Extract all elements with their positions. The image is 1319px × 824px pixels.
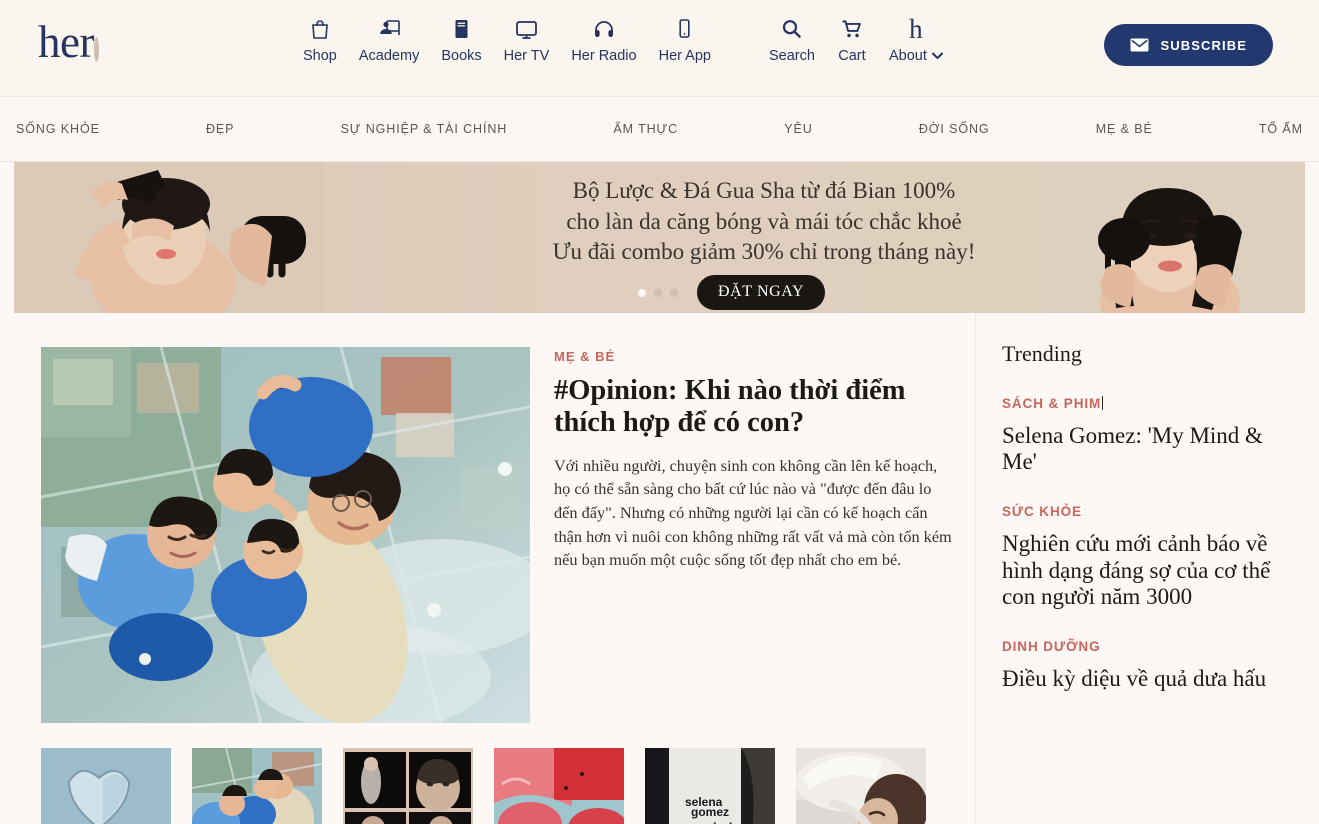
- site-header: her. Shop Academy Books Her TV Her Radio…: [0, 0, 1319, 96]
- trending-item-1: SÁCH & PHIM Selena Gomez: 'My Mind & Me': [1002, 395, 1289, 475]
- mobile-phone-icon: [677, 16, 692, 42]
- chevron-down-icon: [931, 52, 943, 60]
- banner-cta-button[interactable]: ĐẶT NGAY: [697, 275, 826, 310]
- nav-item-her-radio[interactable]: Her Radio: [560, 16, 647, 64]
- trending-sidebar: Trending SÁCH & PHIM Selena Gomez: 'My M…: [976, 313, 1319, 824]
- nav-item-her-tv[interactable]: Her TV: [493, 16, 561, 64]
- nav-item-about-label: About: [889, 48, 943, 64]
- site-logo-dot: .: [93, 37, 99, 62]
- book-icon: [453, 16, 470, 42]
- nav-item-her-app-label: Her App: [658, 48, 711, 64]
- nav-item-books[interactable]: Books: [430, 16, 492, 64]
- trending-item-3-category[interactable]: DINH DƯỠNG: [1002, 639, 1100, 654]
- trending-item-1-category[interactable]: SÁCH & PHIM: [1002, 396, 1103, 411]
- category-me-be[interactable]: MẸ & BÉ: [1096, 122, 1153, 136]
- banner-headline: Bộ Lược & Đá Gua Sha từ đá Bian 100% cho…: [414, 176, 1114, 268]
- thumbnail-item-4[interactable]: [494, 748, 624, 824]
- nav-item-shop[interactable]: Shop: [292, 16, 348, 64]
- banner-line-2: cho làn da căng bóng và mái tóc chắc kho…: [566, 208, 962, 234]
- thumbnail-strip: selena gomez my mind: [41, 748, 926, 824]
- shopping-bag-icon: [310, 16, 330, 42]
- carousel-dot-2[interactable]: [654, 289, 662, 297]
- subscribe-button[interactable]: SUBSCRIBE: [1103, 24, 1273, 66]
- nav-item-search-label: Search: [769, 48, 815, 64]
- thumbnail-item-1[interactable]: [41, 748, 171, 824]
- banner-image-left: [14, 162, 324, 313]
- trending-item-2-category[interactable]: SỨC KHỎE: [1002, 504, 1082, 519]
- carousel-dots: [638, 289, 678, 297]
- feature-article-category[interactable]: MẸ & BÉ: [554, 349, 956, 364]
- category-song-khoe[interactable]: SỐNG KHỎE: [16, 122, 100, 136]
- feature-article-excerpt: Với nhiều người, chuyện sinh con không c…: [554, 455, 952, 570]
- category-nav: SỐNG KHỎE ĐẸP SỰ NGHIỆP & TÀI CHÍNH ẨM T…: [0, 96, 1319, 162]
- trending-item-2: SỨC KHỎE Nghiên cứu mới cảnh báo về hình…: [1002, 503, 1289, 610]
- feature-article-text: MẸ & BÉ #Opinion: Khi nào thời điểm thíc…: [554, 349, 956, 572]
- primary-nav: Shop Academy Books Her TV Her Radio Her …: [292, 16, 954, 64]
- trending-item-3-title[interactable]: Điều kỳ diệu về quả dưa hấu: [1002, 666, 1289, 692]
- category-doi-song[interactable]: ĐỜI SỐNG: [919, 122, 990, 136]
- feature-article-image[interactable]: [41, 347, 530, 723]
- subscribe-label: SUBSCRIBE: [1160, 37, 1247, 53]
- category-su-nghiep-tai-chinh[interactable]: SỰ NGHIỆP & TÀI CHÍNH: [341, 122, 508, 136]
- nav-item-books-label: Books: [441, 48, 482, 64]
- shopping-cart-icon: [841, 16, 863, 42]
- trending-item-1-title[interactable]: Selena Gomez: 'My Mind & Me': [1002, 423, 1289, 475]
- nav-item-shop-label: Shop: [303, 48, 337, 64]
- nav-item-cart-label: Cart: [838, 48, 866, 64]
- site-logo-text: her: [38, 17, 94, 67]
- category-dep[interactable]: ĐẸP: [206, 122, 234, 136]
- trending-item-2-title[interactable]: Nghiên cứu mới cảnh báo về hình dạng đán…: [1002, 531, 1289, 610]
- thumbnail-item-3[interactable]: [343, 748, 473, 824]
- envelope-icon: [1130, 38, 1149, 52]
- trending-item-3: DINH DƯỠNG Điều kỳ diệu về quả dưa hấu: [1002, 638, 1289, 692]
- page-root: her. Shop Academy Books Her TV Her Radio…: [0, 0, 1319, 824]
- nav-item-her-radio-label: Her Radio: [571, 48, 637, 64]
- category-yeu[interactable]: YÊU: [784, 122, 812, 136]
- nav-item-about[interactable]: h About: [878, 16, 954, 64]
- nav-item-academy-label: Academy: [358, 48, 420, 64]
- banner-line-3: Ưu đãi combo giảm 30% chỉ trong tháng nà…: [552, 239, 976, 265]
- nav-item-search[interactable]: Search: [758, 16, 826, 64]
- nav-item-her-tv-label: Her TV: [503, 48, 550, 64]
- carousel-dot-3[interactable]: [670, 289, 678, 297]
- carousel-dot-1[interactable]: [638, 289, 646, 297]
- feature-article-title[interactable]: #Opinion: Khi nào thời điểm thích hợp để…: [554, 375, 956, 439]
- monitor-icon: [515, 16, 538, 42]
- svg-text:my mind: my mind: [679, 820, 733, 824]
- main-content: MẸ & BÉ #Opinion: Khi nào thời điểm thíc…: [0, 313, 975, 824]
- category-am-thuc[interactable]: ẨM THỰC: [613, 122, 678, 136]
- banner-line-1: Bộ Lược & Đá Gua Sha từ đá Bian 100%: [572, 178, 956, 203]
- site-logo[interactable]: her.: [38, 20, 99, 65]
- presentation-person-icon: [378, 16, 401, 42]
- nav-item-cart[interactable]: Cart: [826, 16, 878, 64]
- search-icon: [781, 16, 802, 42]
- nav-item-academy[interactable]: Academy: [348, 16, 430, 64]
- trending-heading: Trending: [1002, 341, 1082, 366]
- headphones-icon: [593, 16, 615, 42]
- nav-item-her-app[interactable]: Her App: [648, 16, 722, 64]
- thumbnail-item-5[interactable]: selena gomez my mind: [645, 748, 775, 824]
- her-h-icon: h: [909, 14, 923, 44]
- thumbnail-item-6[interactable]: [796, 748, 926, 824]
- category-to-am[interactable]: TỔ ẤM: [1259, 122, 1303, 136]
- thumbnail-item-2[interactable]: [192, 748, 322, 824]
- svg-text:gomez: gomez: [691, 805, 729, 819]
